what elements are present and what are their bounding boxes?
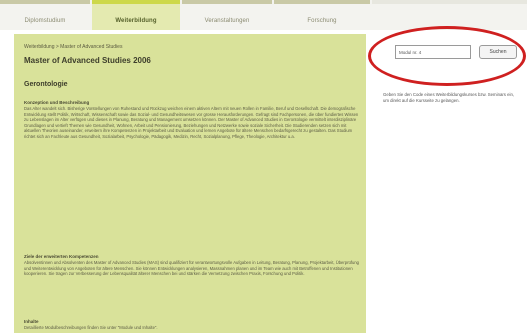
page-title: Master of Advanced Studies 2006: [24, 56, 151, 65]
section-body: Detaillierte Modulbeschreibungen finden …: [24, 325, 158, 330]
section-body: Das Alter wandelt sich. Bisherige Vorste…: [24, 106, 359, 139]
course-code-input[interactable]: [395, 45, 471, 59]
section-heading: Konzeption und Beschreibung: [24, 100, 90, 105]
breadcrumb: Weiterbildung > Master of Advanced Studi…: [24, 44, 123, 50]
tab-empty: [372, 0, 527, 30]
section-heading: Inhalte: [24, 319, 39, 324]
sidebar: [370, 30, 527, 333]
section-inhalte: Inhalte Detaillierte Modulbeschreibungen…: [24, 319, 360, 331]
search-button[interactable]: Suchen: [479, 45, 517, 59]
tab-forschung[interactable]: Forschung: [274, 0, 370, 30]
page-subtitle: Gerontologie: [24, 81, 68, 88]
top-navigation: Diplomstudium Weiterbildung Veranstaltun…: [0, 0, 527, 30]
tab-diplomstudium[interactable]: Diplomstudium: [0, 0, 90, 30]
tab-weiterbildung[interactable]: Weiterbildung: [92, 0, 180, 30]
main-content: Weiterbildung > Master of Advanced Studi…: [14, 34, 366, 333]
tab-veranstaltungen[interactable]: Veranstaltungen: [182, 0, 272, 30]
section-ziele: Ziele der erweiterten Kompetenzen Absolv…: [24, 254, 360, 277]
search-help-text: Geben Sie den Code eines Weiterbildungsk…: [383, 92, 515, 103]
section-heading: Ziele der erweiterten Kompetenzen: [24, 254, 99, 259]
section-body: Absolventinnen und Absolventen des Maste…: [24, 260, 359, 277]
section-konzeption: Konzeption und Beschreibung Das Alter wa…: [24, 100, 360, 140]
